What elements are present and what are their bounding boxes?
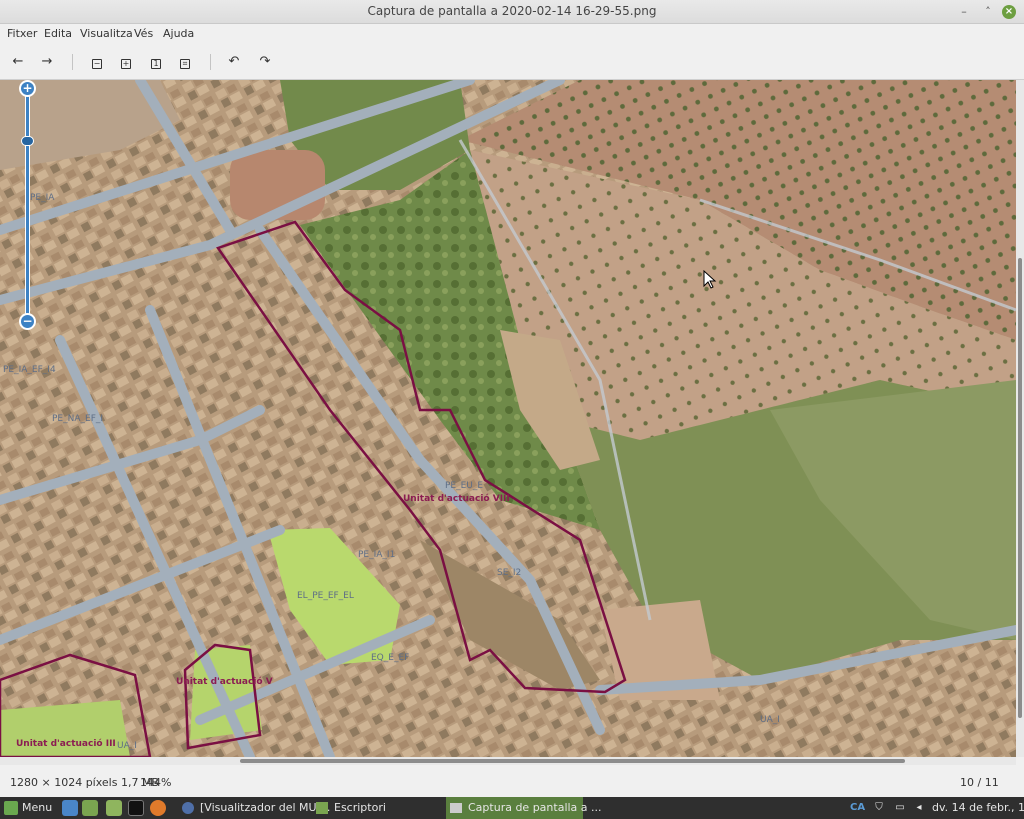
label-pe-na-ef-i: PE_NA_EF_I (52, 414, 103, 424)
aerial-map-image: Unitat d'actuació VIII Unitat d'actuació… (0, 80, 1016, 757)
status-bar: 1280 × 1024 píxels 1,7 MB 144% 10 / 11 (0, 765, 1024, 797)
label-el-pe-ef-el: EL_PE_EF_EL (297, 591, 354, 601)
task-captura[interactable]: Captura de pantalla a ... (446, 797, 602, 819)
menu-bar: Fitxer Edita Visualitza Vés Ajuda (0, 24, 1024, 44)
rotate-left-icon[interactable]: ↶ (224, 52, 244, 72)
show-desktop-icon[interactable] (62, 800, 78, 816)
clock[interactable]: dv. 14 de febr., 16:30 (930, 797, 1024, 819)
image-viewer-window: Captura de pantalla a 2020-02-14 16-29-5… (0, 0, 1024, 797)
task-label: [Visualitzador del MUI... (200, 801, 331, 814)
label-ua-iii: Unitat d'actuació III (16, 738, 116, 749)
zoom-minus-icon[interactable]: − (19, 313, 36, 330)
browser-icon (182, 802, 194, 814)
task-visualitzador[interactable]: [Visualitzador del MUI... (178, 797, 330, 819)
files-icon[interactable] (82, 800, 98, 816)
label-pe-eu-e: PE_EU_E (445, 481, 483, 491)
zoom-in-icon[interactable]: + (116, 52, 136, 72)
label-pe-ia-ef-i4: PE_IA_EF_I4 (3, 365, 56, 375)
shield-icon[interactable]: ⛉ (872, 801, 886, 815)
zoom-slider-rail[interactable] (25, 88, 30, 324)
image-icon (450, 803, 462, 813)
close-icon[interactable]: × (1002, 5, 1016, 19)
taskbar: Menu [Visualitzador del MUI... Escriptor… (0, 797, 1024, 819)
title-bar[interactable]: Captura de pantalla a 2020-02-14 16-29-5… (0, 0, 1024, 24)
label-ua-left: UA_I (117, 741, 137, 751)
zoom-fit-icon[interactable]: ⌗ (175, 52, 195, 72)
menu-visualitza[interactable]: Visualitza (80, 27, 133, 40)
task-label: Captura de pantalla a ... (468, 801, 602, 814)
label-se-i2: SE_I2 (497, 568, 521, 578)
zoom-slider-knob[interactable] (21, 136, 34, 146)
vertical-scroll-thumb[interactable] (1018, 258, 1022, 718)
terminal-icon[interactable] (128, 800, 144, 816)
menu-label: Menu (22, 801, 53, 814)
volume-icon[interactable]: ◂ (912, 801, 926, 815)
keyboard-layout[interactable]: CA (850, 801, 865, 815)
label-ua-i: UA_I (760, 715, 780, 725)
image-info: 1280 × 1024 píxels 1,7 MB (10, 776, 159, 789)
task-escriptori[interactable]: Escriptori (312, 797, 442, 819)
zoom-out-icon[interactable]: − (87, 52, 107, 72)
minimize-icon[interactable]: – (956, 4, 972, 20)
folder-icon[interactable] (106, 800, 122, 816)
zoom-normal-icon[interactable]: 1 (146, 52, 166, 72)
zoom-plus-icon[interactable]: + (19, 80, 36, 97)
label-eq-e-ef: EQ_E_EF (371, 653, 409, 663)
window-title: Captura de pantalla a 2020-02-14 16-29-5… (367, 4, 657, 18)
task-label: Escriptori (334, 801, 386, 814)
arrow-left-icon[interactable]: ← (8, 52, 28, 72)
maximize-icon[interactable]: ˄ (980, 4, 996, 20)
menu-edita[interactable]: Edita (44, 27, 72, 40)
horizontal-scroll-thumb[interactable] (240, 759, 905, 763)
menu-fitxer[interactable]: Fitxer (7, 27, 37, 40)
menu-ves[interactable]: Vés (134, 27, 153, 40)
folder-icon (316, 802, 328, 814)
arrow-right-icon[interactable]: → (37, 52, 57, 72)
map-zoom-control: + − (18, 80, 38, 330)
mint-logo-icon (4, 801, 18, 815)
menu-ajuda[interactable]: Ajuda (163, 27, 194, 40)
toolbar: ← → − + 1 ⌗ ↶ ↷ (0, 44, 1024, 80)
rotate-right-icon[interactable]: ↷ (255, 52, 275, 72)
toolbar-separator (72, 54, 73, 70)
image-canvas[interactable]: Unitat d'actuació VIII Unitat d'actuació… (0, 80, 1016, 757)
image-counter: 10 / 11 (960, 776, 999, 789)
horizontal-scrollbar[interactable] (0, 757, 1016, 765)
vertical-scrollbar[interactable] (1016, 80, 1024, 757)
firefox-icon[interactable] (150, 800, 166, 816)
notification-icon[interactable]: ▭ (893, 801, 907, 815)
label-pe-ia-i1: PE_IA_I1 (358, 550, 395, 560)
label-ua-v: Unitat d'actuació V (176, 676, 273, 687)
menu-button[interactable]: Menu (0, 797, 58, 819)
label-ua-viii: Unitat d'actuació VIII (403, 493, 510, 504)
toolbar-separator (210, 54, 211, 70)
zoom-level: 144% (140, 776, 172, 789)
